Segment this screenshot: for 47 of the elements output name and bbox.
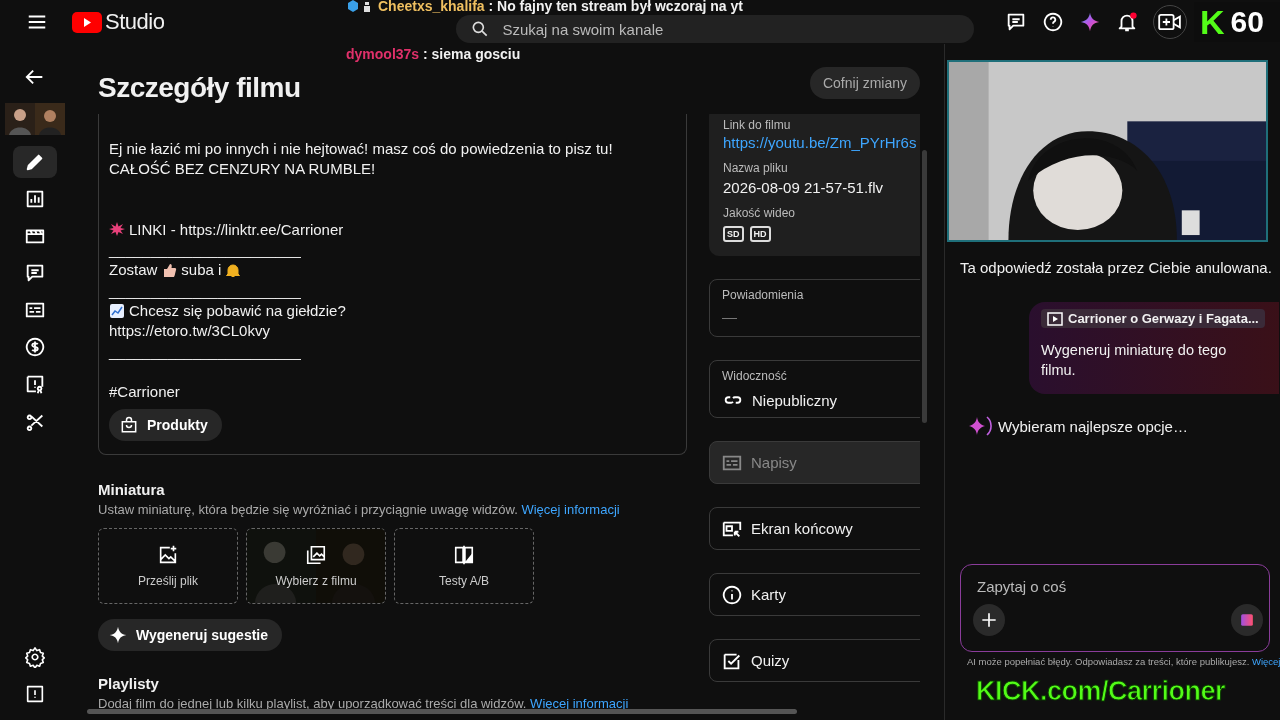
stream-overlay-text: KICK.com/Carrioner (976, 676, 1226, 707)
field-label: Link do filmu (723, 118, 792, 132)
message-text: Wygeneruj miniaturę do tego filmu. (1041, 341, 1228, 380)
file-name: 2026-08-09 21-57-51.flv (723, 179, 885, 196)
video-link[interactable]: https://youtu.be/Zm_PYrHr6s (723, 134, 920, 151)
description-text: Chcesz się pobawić na giełdzie? (129, 302, 346, 319)
generate-button[interactable]: Wygeneruj sugestie (98, 619, 282, 651)
undo-button[interactable]: Cofnij zmiany (809, 67, 920, 99)
description-text: _______________________ (109, 241, 301, 259)
description-text: Zostaw (109, 261, 158, 279)
description-text: CAŁOŚĆ BEZ CENZURY NA RUMBLE! (109, 159, 376, 177)
section-title: Miniatura (98, 481, 166, 498)
quality-badge: SD (723, 226, 744, 242)
chat-message-overlay: dymool37s : siema gosciu (346, 46, 522, 62)
description-text: #Carrioner (109, 383, 180, 401)
disclaimer-text: AI może popełniać błędy. Odpowiadasz za treści, które publikujesz. Więcej (967, 656, 1280, 667)
description-text: _______________________ (109, 281, 301, 299)
logo-text: Studio (105, 9, 165, 35)
status-text: Wybieram najlepsze opcje… (998, 417, 1188, 435)
thumbnail-option[interactable]: Testy A/B (394, 528, 534, 604)
thumbnail-option[interactable]: Wybierz z filmu (246, 528, 386, 604)
video-chip[interactable]: Carrioner o Gerwazy i Fagata... (1041, 309, 1265, 328)
search-field[interactable]: Szukaj na swoim kanale (456, 15, 975, 43)
assistant-message: Ta odpowiedź została przez Ciebie anulowana. (960, 259, 1273, 276)
stream-logo: K (1200, 5, 1225, 39)
more-info-link[interactable]: Więcej informacji (530, 696, 629, 711)
description-text: Ej nie łazić mi po innych i nie hejtować! masz coś do powiedzenia to pisz tu! (109, 139, 613, 157)
viewer-count: 60 (1230, 7, 1264, 37)
thumbnail-option[interactable]: Prześlij plik (98, 528, 238, 604)
side-option[interactable]: Quizy (709, 639, 920, 682)
chat-message-overlay: Cheetxs_khalifa : No fajny ten stream był wczoraj na yt (346, 0, 743, 14)
description-text: LINKI - https://linktr.ee/Carrioner (129, 220, 344, 238)
more-info-link[interactable]: Więcej informacji (521, 502, 620, 517)
section-description: Ustaw miniaturę, która będzie się wyróżniać i przyciągnie uwagę widzów. Więcej informacji (98, 502, 621, 517)
description-text: _______________________ (109, 342, 301, 360)
field-label: Nazwa pliku (723, 161, 789, 175)
quality-badge: HD (749, 226, 771, 242)
products-button[interactable]: Produkty (109, 408, 222, 441)
description-text: https://etoro.tw/3CL0kvy (109, 322, 270, 340)
description-text: suba i (181, 261, 222, 279)
prompt-field[interactable]: Zapytaj o coś (975, 577, 1261, 596)
page-title: Szczegóły filmu (98, 71, 301, 104)
more-info-link[interactable]: Więcej (1251, 656, 1280, 667)
side-option[interactable]: Ekran końcowy (709, 507, 920, 550)
side-option[interactable]: Karty (709, 573, 920, 616)
section-title: Playlisty (98, 675, 160, 692)
field-label: Jakość wideo (723, 206, 797, 220)
